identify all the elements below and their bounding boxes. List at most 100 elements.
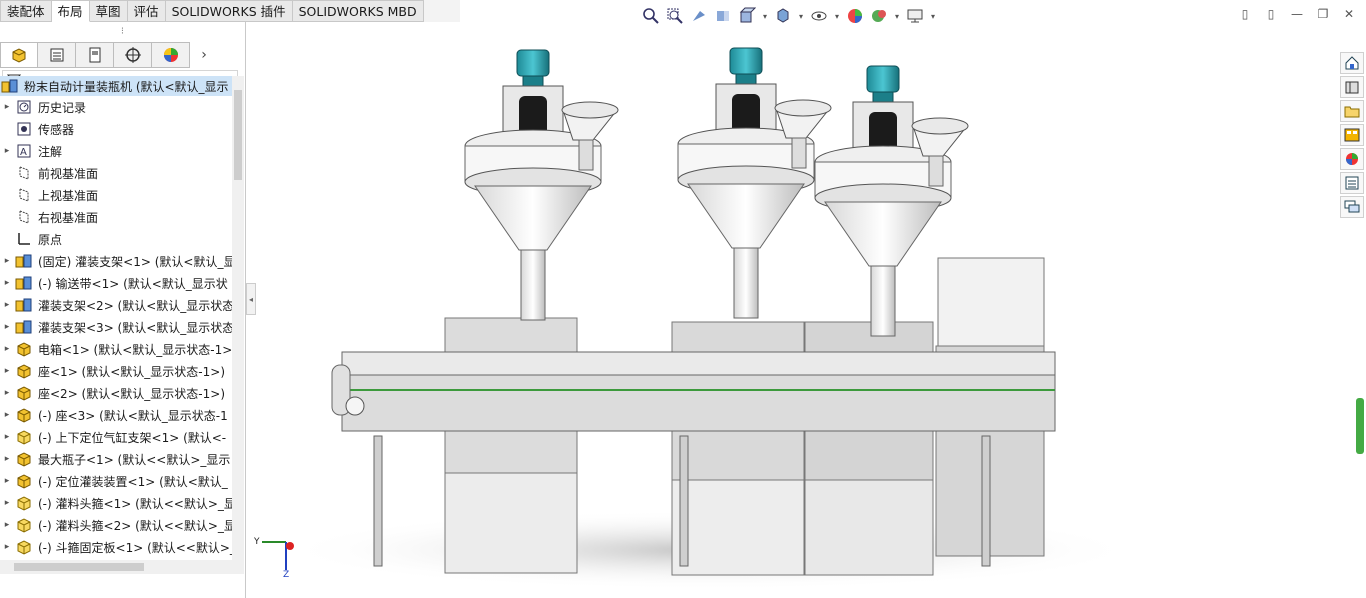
tree-item[interactable]: ▸ 座<2> (默认<默认_显示状态-1>) — [0, 382, 232, 404]
display-manager-tab-icon[interactable] — [152, 42, 190, 68]
close-icon[interactable]: ✕ — [1340, 6, 1358, 22]
scroll-thumb[interactable] — [14, 563, 144, 571]
chevron-down-icon[interactable]: ▾ — [892, 5, 902, 27]
tree-item[interactable]: ▸ 座<1> (默认<默认_显示状态-1>) — [0, 360, 232, 382]
subassembly-icon — [14, 274, 34, 292]
chevron-right-icon[interactable]: ▸ — [0, 498, 14, 508]
section-view-icon[interactable] — [712, 5, 734, 27]
chevron-right-icon[interactable]: ▸ — [0, 300, 14, 310]
chevron-right-icon[interactable]: › — [190, 42, 218, 68]
display-style-icon[interactable] — [772, 5, 794, 27]
tab-sketch[interactable]: 草图 — [89, 0, 128, 22]
history-icon — [14, 98, 34, 116]
edit-appearance-icon[interactable] — [844, 5, 866, 27]
tree-item[interactable]: ▸ (-) 灌料头箍<1> (默认<<默认>_显 — [0, 492, 232, 514]
tree-item-label: (-) 上下定位气缸支架<1> (默认<- — [38, 430, 227, 445]
panel-tabs: › — [0, 42, 245, 68]
graphics-viewport-model[interactable] — [250, 30, 1336, 598]
tab-assembly[interactable]: 装配体 — [0, 0, 52, 22]
chevron-right-icon[interactable]: ▸ — [0, 278, 14, 288]
chevron-down-icon[interactable]: ▾ — [928, 5, 938, 27]
appearances-icon[interactable] — [1340, 148, 1364, 170]
tree-item[interactable]: ▸ (-) 斗箍固定板<1> (默认<<默认>_ — [0, 536, 232, 558]
hide-show-items-icon[interactable] — [808, 5, 830, 27]
scroll-thumb[interactable] — [234, 90, 242, 180]
command-manager-tabs: 装配体 布局 草图 评估 SOLIDWORKS 插件 SOLIDWORKS MB… — [0, 0, 460, 22]
tree-item[interactable]: ▸ (-) 输送带<1> (默认<默认_显示状 — [0, 272, 232, 294]
subassembly-icon — [14, 252, 34, 270]
tab-solidworks-addins[interactable]: SOLIDWORKS 插件 — [165, 0, 293, 22]
tree-item[interactable]: ▸ (-) 定位灌装装置<1> (默认<默认_ — [0, 470, 232, 492]
configuration-manager-tab-icon[interactable] — [76, 42, 114, 68]
tree-item[interactable]: ▸ 历史记录 — [0, 96, 232, 118]
apply-scene-icon[interactable] — [868, 5, 890, 27]
zoom-to-fit-icon[interactable] — [640, 5, 662, 27]
tile-right-icon[interactable]: ▯ — [1262, 6, 1280, 22]
property-manager-tab-icon[interactable] — [38, 42, 76, 68]
tree-item[interactable]: ▸ (-) 上下定位气缸支架<1> (默认<- — [0, 426, 232, 448]
tree-item[interactable]: 右视基准面 — [0, 206, 232, 228]
chevron-right-icon[interactable]: ▸ — [0, 388, 14, 398]
forum-icon[interactable] — [1340, 196, 1364, 218]
zoom-to-area-icon[interactable] — [664, 5, 686, 27]
chevron-right-icon[interactable]: ▸ — [0, 344, 14, 354]
tree-item[interactable]: 上视基准面 — [0, 184, 232, 206]
tree-item-label: (固定) 灌装支架<1> (默认<默认_显 — [38, 254, 232, 269]
heads-up-view-toolbar: ▾ ▾ ▾ ▾ ▾ — [640, 4, 938, 28]
chevron-right-icon[interactable]: ▸ — [0, 102, 14, 112]
tree-item-label: 座<1> (默认<默认_显示状态-1>) — [38, 364, 225, 379]
chevron-right-icon[interactable]: ▸ — [0, 476, 14, 486]
restore-icon[interactable]: ❐ — [1314, 6, 1332, 22]
tree-item-label: 传感器 — [38, 122, 75, 137]
tree-item[interactable]: ▸ 灌装支架<2> (默认<默认_显示状态 — [0, 294, 232, 316]
previous-view-icon[interactable] — [688, 5, 710, 27]
tree-item[interactable]: 前视基准面 — [0, 162, 232, 184]
chevron-right-icon[interactable]: ▸ — [0, 520, 14, 530]
chevron-right-icon[interactable]: ▸ — [0, 146, 14, 156]
tree-item[interactable]: ▸ 电箱<1> (默认<默认_显示状态-1> — [0, 338, 232, 360]
chevron-right-icon[interactable]: ▸ — [0, 366, 14, 376]
panel-grip[interactable]: ⁝ — [0, 22, 245, 42]
view-settings-icon[interactable] — [904, 5, 926, 27]
tab-layout[interactable]: 布局 — [51, 0, 90, 22]
tree-item[interactable]: 原点 — [0, 228, 232, 250]
chevron-right-icon[interactable]: ▸ — [0, 256, 14, 266]
part-yellow-icon — [14, 428, 34, 446]
chevron-right-icon[interactable]: ▸ — [0, 410, 14, 420]
chevron-right-icon[interactable]: ▸ — [0, 322, 14, 332]
tree-vertical-scrollbar[interactable] — [232, 76, 244, 560]
chevron-down-icon[interactable]: ▾ — [796, 5, 806, 27]
tree-item[interactable]: ▸ (-) 灌料头箍<2> (默认<<默认>_显 — [0, 514, 232, 536]
tree-horizontal-scrollbar[interactable] — [0, 560, 244, 574]
home-icon[interactable] — [1340, 52, 1364, 74]
tab-solidworks-mbd[interactable]: SOLIDWORKS MBD — [292, 0, 424, 22]
tree-item[interactable]: 传感器 — [0, 118, 232, 140]
file-explorer-icon[interactable] — [1340, 100, 1364, 122]
tree-item-label: 最大瓶子<1> (默认<<默认>_显示 — [38, 452, 231, 467]
tree-item[interactable]: ▸ 灌装支架<3> (默认<默认_显示状态 — [0, 316, 232, 338]
chevron-right-icon[interactable]: ▸ — [0, 542, 14, 552]
viewport-scroll-indicator[interactable] — [1356, 398, 1364, 454]
design-library-icon[interactable] — [1340, 76, 1364, 98]
tree-item[interactable]: ▸ (固定) 灌装支架<1> (默认<默认_显 — [0, 250, 232, 272]
chevron-right-icon[interactable]: ▸ — [0, 454, 14, 464]
plane-icon — [14, 164, 34, 182]
minimize-icon[interactable]: — — [1288, 6, 1306, 22]
subassembly-icon — [14, 296, 34, 314]
tree-item[interactable]: ▸ 最大瓶子<1> (默认<<默认>_显示 — [0, 448, 232, 470]
tree-root-assembly[interactable]: 粉末自动计量装瓶机 (默认<默认_显示 — [0, 76, 232, 96]
chevron-down-icon[interactable]: ▾ — [760, 5, 770, 27]
custom-properties-icon[interactable] — [1340, 172, 1364, 194]
chevron-down-icon[interactable]: ▾ — [832, 5, 842, 27]
part-icon — [14, 472, 34, 490]
tree-item[interactable]: ▸ (-) 座<3> (默认<默认_显示状态-1 — [0, 404, 232, 426]
dimxpert-manager-tab-icon[interactable] — [114, 42, 152, 68]
view-palette-icon[interactable] — [1340, 124, 1364, 146]
tile-left-icon[interactable]: ▯ — [1236, 6, 1254, 22]
tab-evaluate[interactable]: 评估 — [127, 0, 166, 22]
part-icon — [14, 450, 34, 468]
feature-manager-tab-icon[interactable] — [0, 42, 38, 68]
view-orientation-icon[interactable] — [736, 5, 758, 27]
chevron-right-icon[interactable]: ▸ — [0, 432, 14, 442]
tree-item[interactable]: ▸ A 注解 — [0, 140, 232, 162]
